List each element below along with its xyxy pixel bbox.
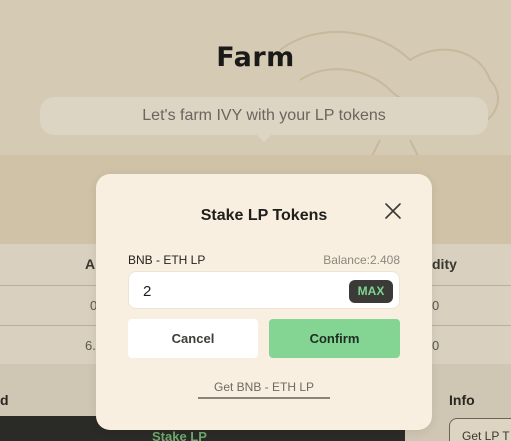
lp-pair-label: BNB - ETH LP	[128, 253, 206, 267]
get-lp-button: Get LP T	[449, 418, 511, 441]
stake-card-label: Stake LP	[152, 429, 207, 441]
table-header-cell: dity	[432, 256, 457, 272]
info-label: Info	[449, 392, 475, 408]
page-subtitle: Let's farm IVY with your LP tokens	[40, 97, 488, 135]
stake-modal: Stake LP Tokens BNB - ETH LP Balance:2.4…	[96, 174, 432, 430]
confirm-button[interactable]: Confirm	[269, 319, 400, 358]
table-cell: 0	[432, 338, 440, 353]
modal-title: Stake LP Tokens	[200, 207, 328, 224]
get-lp-link[interactable]: Get BNB - ETH LP	[198, 380, 330, 399]
max-button[interactable]: MAX	[349, 280, 393, 303]
balance-label: Balance:2.408	[323, 253, 400, 267]
table-cell: 0	[432, 298, 440, 313]
amount-input[interactable]	[143, 281, 343, 301]
close-icon[interactable]	[383, 201, 403, 221]
subtitle-notch	[256, 134, 272, 142]
amount-field: MAX	[128, 271, 400, 309]
page-title: Farm	[216, 42, 295, 73]
bottom-left-label: d	[0, 392, 9, 408]
table-cell: 6.	[85, 338, 96, 353]
cancel-button[interactable]: Cancel	[128, 319, 258, 358]
